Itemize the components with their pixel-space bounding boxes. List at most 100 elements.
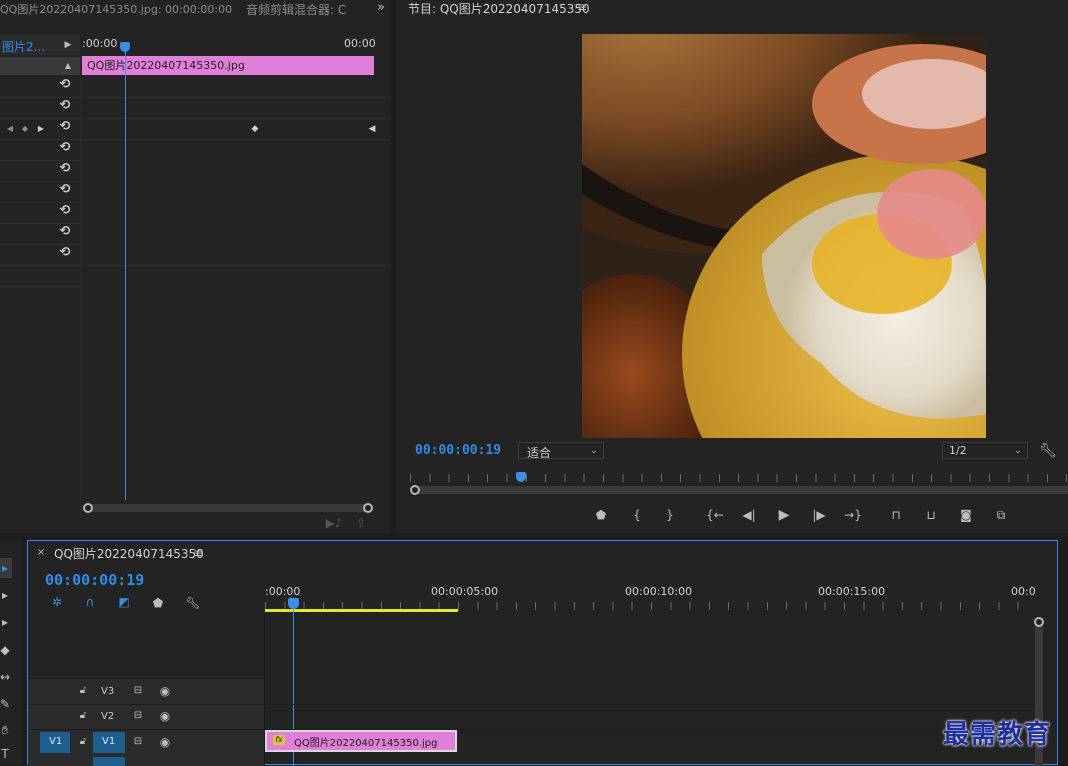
source-tab-title[interactable]: QQ图片20220407145350.jpg: 00:00:00:00 (0, 1, 232, 17)
track-name-v2[interactable]: V2 (101, 711, 114, 722)
timeline-timecode[interactable]: 00:00:00:19 (45, 571, 144, 589)
lock-icon[interactable]: 🔓︎ (77, 710, 89, 722)
wrench-icon[interactable]: 🔧︎ (1039, 443, 1057, 459)
resolution-dropdown[interactable]: 1/2 ⌄ (942, 442, 1028, 459)
scroll-knob-left[interactable] (83, 503, 93, 513)
export-icon[interactable]: ⇪ (354, 517, 368, 529)
triangle-up-icon[interactable]: ▲ (63, 61, 73, 71)
column-divider (80, 56, 81, 516)
mini-ruler-start: :00:00 (82, 37, 118, 50)
razor-icon[interactable]: ◆ (0, 643, 10, 657)
type-tool-icon[interactable]: T (0, 747, 10, 761)
reset-icon[interactable]: ⟲ (58, 183, 72, 196)
camera-icon[interactable]: ◙ (958, 507, 974, 523)
vertical-scroll-knob[interactable] (1034, 617, 1044, 627)
reset-icon[interactable]: ⟲ (58, 204, 72, 217)
source-patch-v1[interactable]: V1 (40, 732, 70, 753)
selection-tool-icon: ▸ (1, 561, 9, 575)
linked-selection-icon[interactable]: ◩ (117, 595, 131, 609)
triangle-right-icon[interactable]: ▶ (63, 39, 73, 51)
hand-tool-icon[interactable]: ✋︎ (0, 723, 10, 737)
add-keyframe-icon[interactable]: ◆ (20, 124, 30, 134)
mini-playhead-handle[interactable] (120, 42, 130, 52)
toggle-sync-icon[interactable]: ⊟ (131, 710, 145, 722)
marker-icon[interactable]: ⬟ (152, 596, 164, 610)
step-back-icon[interactable]: ◀| (741, 508, 757, 522)
program-scrollbar[interactable] (414, 486, 1068, 494)
toggle-sync-icon[interactable]: ⊟ (131, 685, 145, 697)
extract-icon[interactable]: ⊔ (921, 507, 941, 523)
scroll-knob-right[interactable] (363, 503, 373, 513)
go-to-in-icon[interactable]: {← (706, 508, 724, 522)
toggle-sync-icon[interactable]: ⊟ (131, 736, 145, 748)
add-marker-icon[interactable]: ⬟ (594, 508, 608, 522)
zoom-scrollbar[interactable] (86, 504, 370, 512)
reset-icon[interactable]: ⟲ (58, 99, 72, 112)
lock-icon[interactable]: 🔓︎ (77, 685, 89, 697)
slip-tool-icon[interactable]: ↔ (0, 670, 10, 684)
row-divider (0, 223, 80, 224)
program-playhead-handle[interactable] (516, 472, 526, 482)
hamburger-menu-icon[interactable]: ≡ (576, 1, 588, 13)
program-scroll-knob[interactable] (410, 485, 420, 495)
double-chevron-right-icon[interactable]: » (374, 0, 388, 14)
fit-dropdown[interactable]: 适合 ⌄ (518, 442, 604, 460)
clip-name-row[interactable]: 图片2... ▶ (0, 35, 80, 55)
timeline-ruler[interactable]: :00:00 00:00:05:00 00:00:10:00 00:00:15:… (265, 569, 1036, 611)
hamburger-menu-icon[interactable]: ≡ (192, 547, 204, 559)
lock-icon[interactable]: 🔓︎ (77, 736, 89, 748)
reset-icon[interactable]: ⟲ (58, 162, 72, 175)
ripple-edit-icon[interactable]: ▸ (0, 615, 10, 629)
row-divider (0, 160, 80, 161)
row-divider (0, 286, 80, 287)
timeline-panel: × QQ图片20220407145350 ≡ 00:00:00:19 ✲ ∩ ◩… (27, 540, 1058, 766)
reset-icon[interactable]: ⟲ (58, 246, 72, 259)
eye-icon[interactable]: ◉ (158, 685, 172, 697)
pen-tool-icon[interactable]: ✎ (0, 697, 10, 711)
ruler-label-20s: 00:0 (1011, 585, 1036, 598)
ruler-label-5s: 00:00:05:00 (431, 585, 499, 598)
reset-icon[interactable]: ⟲ (58, 120, 72, 133)
track-select-icon[interactable]: ▸ (0, 588, 10, 602)
track-target-v1[interactable]: V1 (93, 732, 125, 753)
next-keyframe-icon[interactable]: ▶ (36, 124, 46, 134)
source-patch-label: V1 (49, 736, 63, 747)
go-to-out-icon[interactable]: →} (844, 508, 862, 522)
play-icon[interactable]: ▶ (776, 507, 792, 523)
track-name-v3[interactable]: V3 (101, 686, 114, 697)
ruler-label-0: :00:00 (265, 585, 301, 598)
fx-badge[interactable]: fx (273, 735, 285, 745)
video-frame[interactable] (582, 34, 986, 438)
eye-icon[interactable]: ◉ (158, 736, 172, 748)
nest-icon[interactable]: ✲ (50, 595, 64, 609)
prev-keyframe-icon[interactable]: ◀ (5, 124, 15, 134)
reset-icon[interactable]: ⟲ (58, 78, 72, 91)
mark-in-icon[interactable]: { (630, 508, 644, 522)
reset-icon[interactable]: ⟲ (58, 225, 72, 238)
row-divider (0, 265, 391, 266)
keyframe-end-icon[interactable]: ◀ (367, 124, 377, 134)
reset-icon[interactable]: ⟲ (58, 141, 72, 154)
keyframe-diamond-icon[interactable]: ◆ (250, 124, 260, 134)
mark-out-icon[interactable]: } (663, 508, 677, 522)
timeline-playhead-handle[interactable] (288, 598, 299, 609)
mini-ruler-end: 00:00 (344, 37, 376, 50)
tools-panel: ▸ ▸ ▸ ◆ ↔ ✎ ✋︎ T (0, 540, 22, 765)
compare-view-icon[interactable]: ⧉ (991, 507, 1011, 523)
audio-mixer-tab[interactable]: 音频剪辑混合器: C (246, 1, 346, 18)
program-title[interactable]: 节目: QQ图片20220407145350 (408, 0, 590, 17)
chevron-down-icon: ⌄ (590, 445, 598, 456)
close-tab-icon[interactable]: × (36, 547, 46, 559)
lift-icon[interactable]: ⊓ (886, 507, 906, 523)
step-forward-icon[interactable]: |▶ (811, 508, 827, 522)
effect-controls-panel: QQ图片20220407145350.jpg: 00:00:00:00 音频剪辑… (0, 0, 391, 533)
play-audio-icon[interactable]: ▶♪ (326, 517, 343, 529)
snap-magnet-icon[interactable]: ∩ (83, 595, 97, 609)
eye-icon[interactable]: ◉ (158, 710, 172, 722)
wrench-icon[interactable]: 🔧︎ (185, 595, 201, 611)
chevron-down-icon: ⌄ (1014, 445, 1022, 456)
track-divider (28, 704, 1034, 705)
program-timecode[interactable]: 00:00:00:19 (415, 443, 501, 458)
timeline-clip[interactable]: fx QQ图片20220407145350.jpg (265, 730, 457, 752)
sequence-tab-title[interactable]: QQ图片20220407145350 (54, 545, 204, 562)
